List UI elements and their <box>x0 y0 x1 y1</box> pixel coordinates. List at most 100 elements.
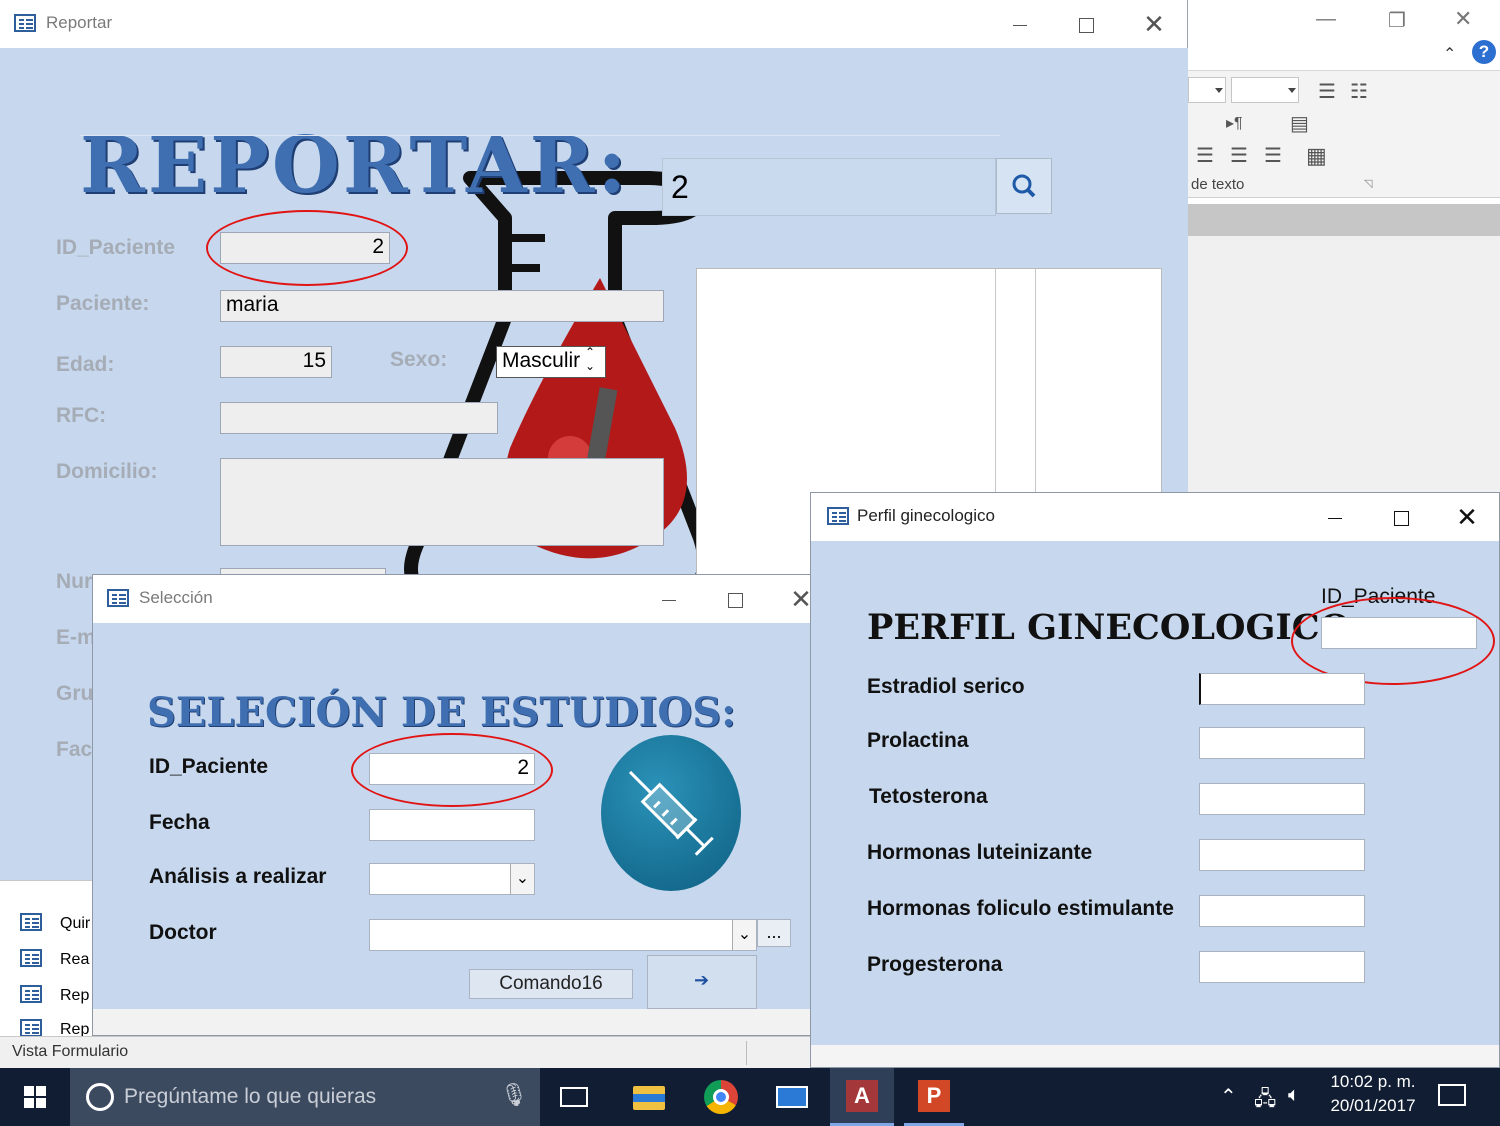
volume-icon[interactable]: 🔈︎ <box>1288 1084 1300 1107</box>
reportar-heading: REPORTAR: <box>80 120 630 211</box>
table-icon[interactable]: ▦ <box>1306 143 1327 169</box>
estradiol-field[interactable] <box>1199 673 1365 705</box>
reportar-title: Reportar <box>46 13 113 32</box>
chevron-down-icon[interactable]: ⌄ <box>510 864 534 894</box>
background-close-button[interactable]: ✕ <box>1454 6 1472 32</box>
estradiol-label: Estradiol serico <box>867 675 1025 698</box>
perfil-heading: PERFIL GINECOLOGICO: <box>867 607 1363 648</box>
numero-label: Nur <box>56 570 93 593</box>
minimize-button[interactable] <box>649 581 689 617</box>
numbering-icon[interactable]: ☷ <box>1350 79 1368 104</box>
heading-underline <box>80 135 1000 136</box>
document-bar <box>1188 204 1500 236</box>
windows-icon <box>24 1086 46 1108</box>
paragraph-icon[interactable]: ▸¶ <box>1226 113 1243 133</box>
task-view-icon[interactable] <box>546 1068 602 1126</box>
microphone-icon[interactable]: 🎙︎ <box>500 1082 528 1108</box>
analisis-select[interactable]: ⌄ <box>369 863 535 895</box>
show-hidden-icons[interactable]: ⌃ <box>1220 1084 1237 1109</box>
background-restore-button[interactable]: ❐ <box>1388 8 1406 33</box>
tetosterona-field[interactable] <box>1199 783 1365 815</box>
form-icon <box>20 949 42 967</box>
rfc-field[interactable] <box>220 402 498 434</box>
ellipsis-button[interactable]: ... <box>757 919 791 947</box>
nav-item-label: Quir <box>60 915 91 932</box>
collapse-ribbon-icon[interactable]: ⌃ <box>1443 44 1456 64</box>
factor-label: Fac <box>56 738 93 761</box>
form-icon <box>827 507 849 525</box>
form-icon <box>107 589 129 607</box>
search-input[interactable]: 2 <box>662 158 996 216</box>
foliculo-field[interactable] <box>1199 895 1365 927</box>
progesterona-field[interactable] <box>1199 951 1365 983</box>
chevron-down-icon[interactable]: ⌄ <box>732 920 756 950</box>
navigation-pane: Quir Rea Rep Rep <box>0 880 96 1040</box>
next-button[interactable]: ➔ <box>647 955 757 1009</box>
minimize-button[interactable] <box>1000 6 1040 42</box>
fecha-label: Fecha <box>149 811 210 834</box>
powerpoint-icon[interactable]: P <box>904 1068 964 1126</box>
prolactina-field[interactable] <box>1199 727 1365 759</box>
fecha-field[interactable] <box>369 809 535 841</box>
sexo-value: Masculir <box>502 349 581 372</box>
maximize-button[interactable] <box>715 581 755 617</box>
form-icon <box>20 1019 42 1037</box>
email-label: E-m <box>56 626 96 649</box>
status-bar: Vista Formulario <box>0 1036 812 1068</box>
chrome-icon[interactable] <box>692 1068 748 1126</box>
rfc-label: RFC: <box>56 404 107 427</box>
comando16-button[interactable]: Comando16 <box>469 969 633 999</box>
clock[interactable]: 10:02 p. m. 20/01/2017 <box>1318 1072 1428 1122</box>
cortana-search-box[interactable]: Pregúntame lo que quieras 🎙︎ <box>70 1068 540 1126</box>
dialog-launcher-icon[interactable]: ◹ <box>1364 177 1372 190</box>
perfil-bottom-strip <box>811 1045 1499 1067</box>
minimize-button[interactable] <box>1315 499 1355 535</box>
close-button[interactable]: ✕ <box>1134 6 1174 42</box>
file-explorer-icon[interactable] <box>620 1068 676 1126</box>
clock-date: 20/01/2017 <box>1330 1096 1416 1115</box>
doctor-select[interactable]: ⌄ <box>369 919 757 951</box>
ribbon-group-label: de texto <box>1191 176 1245 193</box>
perfil-titlebar[interactable]: Perfil ginecologico ✕ <box>811 493 1499 541</box>
close-button[interactable]: ✕ <box>1447 499 1487 535</box>
search-button[interactable] <box>996 158 1052 214</box>
syringe-icon <box>601 735 741 891</box>
align-right-icon[interactable]: ☰ <box>1264 143 1282 168</box>
annotation-ellipse <box>1291 597 1495 685</box>
doctor-label: Doctor <box>149 921 217 944</box>
font-size-dropdown-2[interactable] <box>1231 77 1299 103</box>
edad-label: Edad: <box>56 353 115 376</box>
prolactina-label: Prolactina <box>867 729 969 752</box>
form-icon <box>20 913 42 931</box>
search-icon <box>1012 174 1036 198</box>
annotation-ellipse <box>206 210 408 286</box>
bullets-icon[interactable]: ☰ <box>1318 79 1336 104</box>
maximize-button[interactable] <box>1066 6 1106 42</box>
sexo-select[interactable]: Masculir ⌃ ⌄ <box>496 346 606 378</box>
luteinizante-field[interactable] <box>1199 839 1365 871</box>
form-icon <box>20 985 42 1003</box>
grupo-label: Gru <box>56 682 94 705</box>
progesterona-label: Progesterona <box>867 953 1003 976</box>
paciente-field[interactable]: maria <box>220 290 664 322</box>
access-icon[interactable]: A <box>830 1068 894 1126</box>
spin-arrows-icon[interactable]: ⌃ ⌄ <box>585 347 595 373</box>
perfil-form: ID_Paciente PERFIL GINECOLOGICO: Estradi… <box>811 541 1499 1045</box>
align-left-icon[interactable]: ☰ <box>1196 143 1214 168</box>
action-center-icon[interactable] <box>1438 1084 1466 1106</box>
gridlines-icon[interactable]: ▤ <box>1290 111 1309 136</box>
lab-flask-image <box>404 171 712 610</box>
maximize-button[interactable] <box>1381 499 1421 535</box>
domicilio-field[interactable] <box>220 458 664 546</box>
background-minimize-button[interactable]: — <box>1316 8 1336 31</box>
help-icon[interactable]: ? <box>1472 40 1496 64</box>
center-icon[interactable]: ☰ <box>1230 143 1248 168</box>
edad-field[interactable]: 15 <box>220 346 332 378</box>
start-button[interactable] <box>0 1068 70 1126</box>
network-icon[interactable]: 🖧 <box>1254 1084 1276 1118</box>
seleccion-titlebar[interactable]: Selección ✕ <box>93 575 812 623</box>
domicilio-label: Domicilio: <box>56 460 158 483</box>
font-size-dropdown[interactable] <box>1188 77 1226 103</box>
reportar-titlebar[interactable]: Reportar ✕ <box>0 0 1187 48</box>
store-icon[interactable] <box>764 1068 820 1126</box>
